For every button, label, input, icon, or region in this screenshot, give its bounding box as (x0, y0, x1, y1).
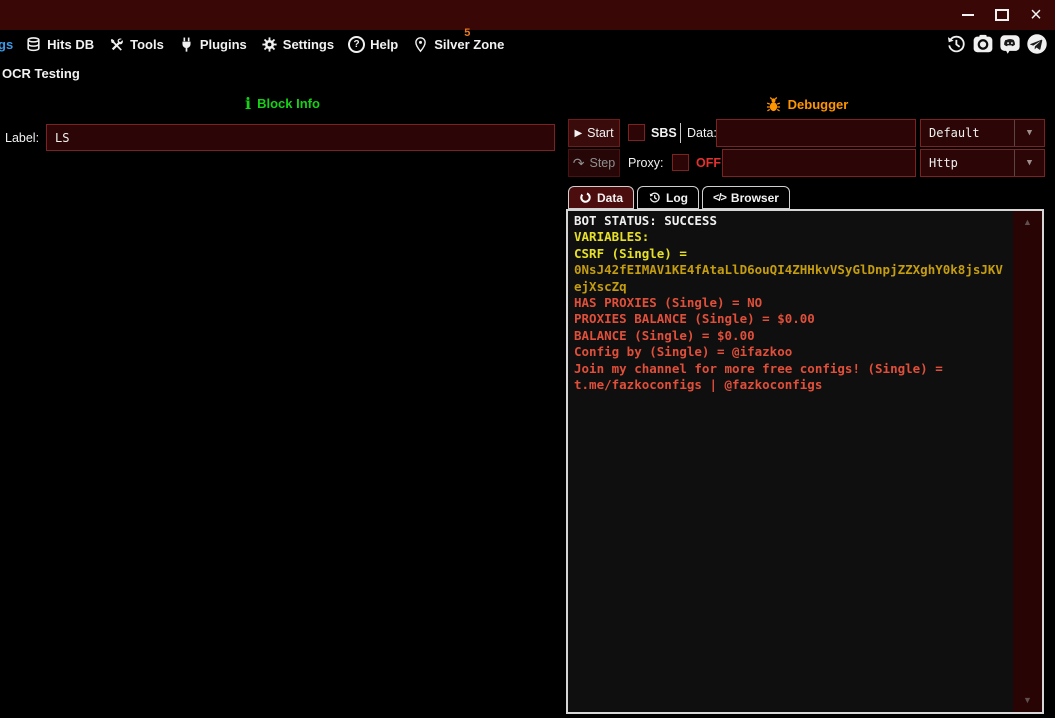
debugger-panel: Debugger ▶ Start ↷ Step SBS Data: Defaul… (566, 90, 1047, 718)
screenshot-icon[interactable] (972, 33, 994, 55)
log-line: BOT STATUS: SUCCESS (574, 213, 1008, 229)
log-line: PROXIES BALANCE (Single) = $0.00 (574, 311, 1008, 327)
history-icon (648, 191, 661, 204)
page-title: OCR Testing (2, 66, 80, 81)
log-line: BALANCE (Single) = $0.00 (574, 328, 1008, 344)
history-icon[interactable] (945, 33, 967, 55)
log-output: BOT STATUS: SUCCESSVARIABLES:CSRF (Singl… (574, 213, 1008, 710)
step-button-label: Step (590, 156, 616, 170)
menu-item-plugins[interactable]: Plugins (178, 36, 247, 53)
window-controls: × (951, 0, 1053, 30)
sbs-label: SBS (651, 126, 677, 140)
menu-item-hits-db[interactable]: Hits DB (25, 36, 94, 53)
log-line: CSRF (Single) = 0NsJ42fEIMAV1KE4fAtaLlD6… (574, 246, 1008, 295)
block-info-header: i Block Info (0, 96, 565, 111)
menu-item-help[interactable]: ? Help (348, 36, 398, 53)
tab-label: Log (666, 191, 688, 205)
label-input[interactable] (46, 124, 555, 151)
debugger-tabs: Data Log </> Browser (568, 186, 790, 209)
wordlist-type-dropdown[interactable]: Default ▼ (920, 119, 1045, 147)
log-line: VARIABLES: (574, 229, 1008, 245)
app-window: × gs Hits DB Tools Pl (0, 0, 1055, 718)
telegram-icon[interactable] (1026, 33, 1048, 55)
proxy-type-value: Http (929, 156, 958, 170)
label-caption: Label: (5, 131, 46, 145)
help-icon: ? (348, 36, 365, 53)
tab-browser[interactable]: </> Browser (702, 186, 790, 209)
database-icon (25, 36, 42, 53)
menu-item-label: Help (370, 37, 398, 52)
proxy-input[interactable] (722, 149, 916, 177)
log-line: Config by (Single) = @ifazkoo (574, 344, 1008, 360)
menu-item-silver-zone[interactable]: Silver Zone 5 (412, 36, 504, 53)
discord-icon[interactable] (999, 33, 1021, 55)
notification-badge: 5 (464, 27, 470, 39)
block-info-panel: i Block Info Label: (0, 90, 565, 151)
wordlist-type-value: Default (929, 126, 980, 140)
menu-item-configs-partial[interactable]: gs (0, 37, 13, 52)
step-arrow-icon: ↷ (573, 156, 585, 170)
block-info-title: Block Info (257, 96, 320, 111)
sbs-checkbox[interactable] (628, 124, 645, 141)
start-button[interactable]: ▶ Start (568, 119, 620, 147)
proxy-checkbox[interactable] (672, 154, 689, 171)
close-button[interactable]: × (1019, 0, 1053, 30)
tab-label: Browser (731, 191, 779, 205)
titlebar: × (0, 0, 1055, 30)
scroll-down-icon[interactable]: ▼ (1023, 696, 1032, 705)
data-label: Data: (687, 126, 717, 140)
menubar-right-icons (945, 33, 1055, 55)
close-icon: × (1030, 5, 1042, 25)
tools-icon (108, 36, 125, 53)
log-line: Join my channel for more free configs! (… (574, 361, 1008, 394)
ring-icon (579, 191, 592, 204)
tab-log[interactable]: Log (637, 186, 699, 209)
menu-item-label: Silver Zone (434, 37, 504, 52)
debugger-title: Debugger (788, 97, 849, 112)
menu-item-label: Tools (130, 37, 164, 52)
plug-icon (178, 36, 195, 53)
bug-icon (765, 96, 782, 113)
play-icon: ▶ (574, 128, 582, 139)
chevron-down-icon: ▼ (1014, 120, 1044, 146)
scrollbar[interactable]: ▲ ▼ (1013, 211, 1042, 712)
minimize-button[interactable] (951, 0, 985, 30)
menu-item-tools[interactable]: Tools (108, 36, 164, 53)
label-row: Label: (0, 124, 565, 151)
step-button[interactable]: ↷ Step (568, 149, 620, 177)
menu-item-label: Plugins (200, 37, 247, 52)
chevron-down-icon: ▼ (1014, 150, 1044, 176)
debugger-header: Debugger (566, 96, 1047, 113)
menu-item-label: Settings (283, 37, 334, 52)
minimize-icon (962, 14, 974, 16)
divider (680, 123, 681, 143)
proxy-type-dropdown[interactable]: Http ▼ (920, 149, 1045, 177)
info-icon: i (245, 98, 251, 110)
scroll-up-icon[interactable]: ▲ (1023, 218, 1032, 227)
gear-icon (261, 36, 278, 53)
log-panel: BOT STATUS: SUCCESSVARIABLES:CSRF (Singl… (566, 209, 1044, 714)
proxy-label: Proxy: (628, 156, 663, 170)
tab-data[interactable]: Data (568, 186, 634, 209)
proxy-status: OFF (696, 156, 721, 170)
menubar: gs Hits DB Tools Plugins (0, 30, 1055, 58)
tab-label: Data (597, 191, 623, 205)
maximize-icon (995, 9, 1009, 21)
menu-item-label: Hits DB (47, 37, 94, 52)
location-pin-icon (412, 36, 429, 53)
log-line: HAS PROXIES (Single) = NO (574, 295, 1008, 311)
menu-item-settings[interactable]: Settings (261, 36, 334, 53)
data-input[interactable] (716, 119, 916, 147)
maximize-button[interactable] (985, 0, 1019, 30)
code-icon: </> (713, 192, 726, 204)
start-button-label: Start (587, 126, 613, 140)
